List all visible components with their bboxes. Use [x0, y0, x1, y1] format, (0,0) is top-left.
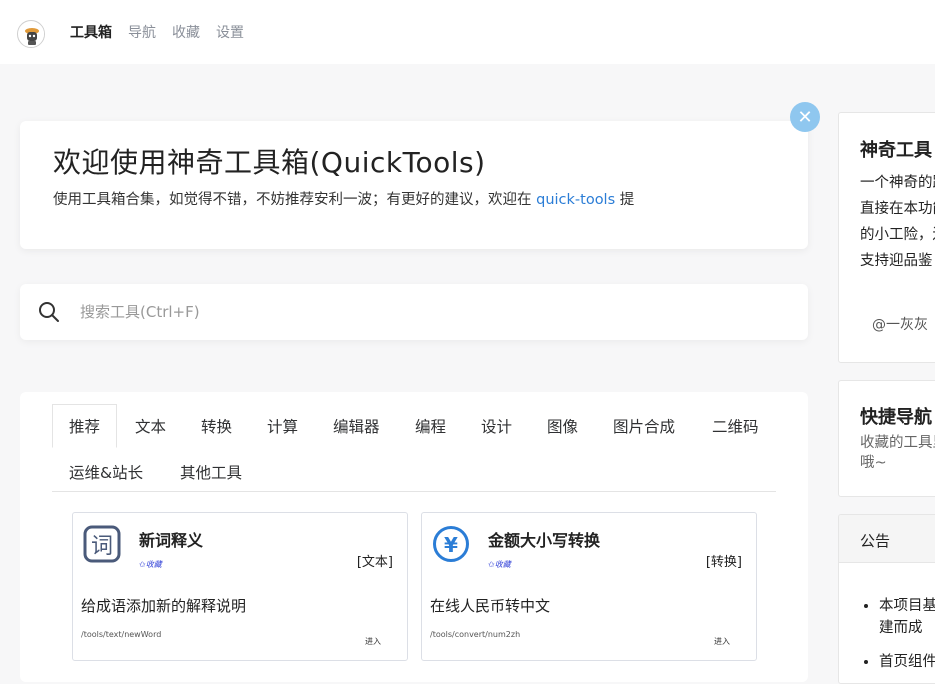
tab-other[interactable]: 其他工具 [180, 461, 242, 483]
intro-author: @一灰灰 [872, 317, 928, 333]
tab-image-compose[interactable]: 图片合成 [613, 415, 675, 437]
enter-link[interactable]: 进入 [365, 636, 381, 647]
avatar-icon [19, 22, 44, 47]
card-title: 新词释义 [139, 531, 204, 550]
card-category: [文本] [356, 555, 393, 570]
yuan-icon: ¥ [433, 526, 469, 562]
enter-link[interactable]: 进入 [714, 636, 730, 647]
sidebar-notice-card: 公告 本项目基构建而成 首页组件 [838, 514, 935, 684]
tool-card-num2zh[interactable]: ¥ 金额大小写转换 ✩收藏 [转换] 在线人民币转中文 /tools/conve… [421, 512, 757, 661]
tab-image[interactable]: 图像 [547, 415, 578, 437]
tools-panel: 推荐 文本 转换 计算 编辑器 编程 设计 图像 图片合成 二维码 运维&站长 … [20, 392, 808, 682]
notice-header: 公告 [839, 515, 935, 563]
ci-glyph-icon: 词 [83, 525, 121, 563]
nav-favorites[interactable]: 收藏 [172, 22, 200, 42]
welcome-card: 欢迎使用神奇工具箱(QuickTools) 使用工具箱合集，如觉得不错，不妨推荐… [20, 121, 808, 249]
logo-avatar[interactable] [17, 20, 45, 48]
tab-qrcode[interactable]: 二维码 [712, 415, 759, 437]
tab-calculate[interactable]: 计算 [267, 415, 298, 437]
card-path: /tools/convert/num2zh [430, 630, 521, 639]
favorite-link[interactable]: ✩收藏 [139, 559, 162, 570]
close-icon: ✕ [797, 106, 813, 128]
top-header: 工具箱 导航 收藏 设置 [0, 0, 935, 64]
search-bar [20, 284, 808, 340]
quick-tools-link[interactable]: quick-tools [536, 192, 615, 208]
tab-design[interactable]: 设计 [481, 415, 512, 437]
notice-title: 公告 [860, 532, 891, 550]
main-nav: 工具箱 导航 收藏 设置 [70, 22, 244, 42]
welcome-text-after: 提 [615, 192, 635, 208]
welcome-title: 欢迎使用神奇工具箱(QuickTools) [53, 146, 486, 179]
notice-item: 本项目基构建而成 [879, 595, 935, 639]
tab-ops[interactable]: 运维&站长 [69, 461, 143, 483]
tool-card-new-word[interactable]: 词 新词释义 ✩收藏 [文本] 给成语添加新的解释说明 /tools/text/… [72, 512, 408, 661]
nav-settings[interactable]: 设置 [216, 22, 244, 42]
close-welcome-button[interactable]: ✕ [790, 102, 820, 132]
sidebar-quicknav-card: 快捷导航 收藏的工具里哦~ [838, 380, 935, 497]
quicknav-title: 快捷导航 [860, 407, 932, 428]
intro-title: 神奇工具 [860, 140, 932, 161]
tab-recommend[interactable]: 推荐 [52, 404, 118, 448]
sidebar-intro-card: 神奇工具 一个神奇的路直接在本功能的小工险，还支持迎品鉴 @一灰灰 [838, 112, 935, 363]
category-tabs: 推荐 文本 转换 计算 编辑器 编程 设计 图像 图片合成 二维码 运维&站长 … [52, 404, 776, 492]
card-category: [转换] [705, 555, 742, 570]
card-description: 给成语添加新的解释说明 [81, 597, 247, 615]
notice-list: 本项目基构建而成 首页组件 [879, 595, 935, 683]
card-path: /tools/text/newWord [81, 630, 162, 639]
card-title: 金额大小写转换 [488, 531, 601, 550]
svg-text:¥: ¥ [444, 533, 458, 557]
tab-convert[interactable]: 转换 [201, 415, 232, 437]
intro-description: 一个神奇的路直接在本功能的小工险，还支持迎品鉴 [860, 175, 935, 269]
favorite-link[interactable]: ✩收藏 [488, 559, 511, 570]
tab-editor[interactable]: 编辑器 [333, 415, 380, 437]
welcome-text: 使用工具箱合集，如觉得不错，不妨推荐安利一波；有更好的建议，欢迎在 quick-… [53, 188, 634, 209]
card-description: 在线人民币转中文 [430, 597, 551, 615]
welcome-text-before: 使用工具箱合集，如觉得不错，不妨推荐安利一波；有更好的建议，欢迎在 [53, 192, 537, 208]
nav-toolbox[interactable]: 工具箱 [70, 22, 112, 42]
nav-navigation[interactable]: 导航 [128, 22, 156, 42]
svg-text:词: 词 [91, 534, 113, 559]
notice-item: 首页组件 [879, 651, 935, 673]
quicknav-description: 收藏的工具里哦~ [860, 435, 935, 471]
tab-programming[interactable]: 编程 [415, 415, 446, 437]
tab-text[interactable]: 文本 [135, 415, 166, 437]
search-input[interactable] [80, 294, 780, 330]
search-icon [39, 302, 59, 322]
